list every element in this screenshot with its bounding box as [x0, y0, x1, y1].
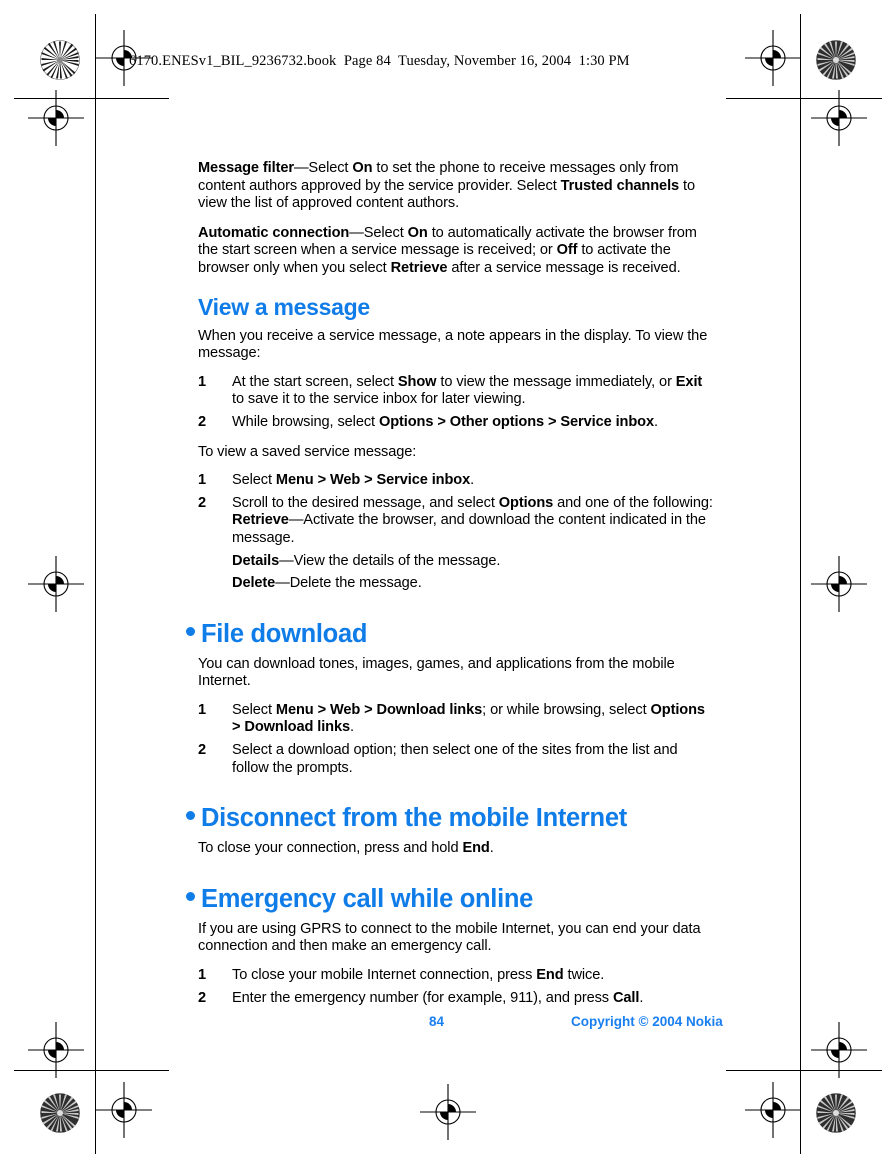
step-item: 1 Select Menu > Web > Download links; or … [198, 701, 705, 736]
step-number: 1 [198, 701, 207, 718]
step-item: 1 Select Menu > Web > Service inbox. [198, 472, 475, 489]
step-number: 1 [198, 472, 207, 489]
step-item: 1 To close your mobile Internet connectio… [198, 967, 605, 984]
registration-mark-right-middle [811, 556, 867, 612]
registration-mark-left-middle [28, 556, 84, 612]
registration-mark-bottom-center [420, 1084, 476, 1140]
registration-mark-bottom-left [96, 1082, 152, 1138]
step-item: 2 While browsing, select Options > Other … [198, 413, 658, 430]
steps-view-message: 1 At the start screen, select Show to vie… [186, 374, 714, 432]
paragraph-emergency-intro: If you are using GPRS to connect to the … [198, 920, 701, 955]
step-number: 1 [198, 373, 207, 390]
step-number: 1 [198, 967, 207, 984]
paragraph-saved-message-intro: To view a saved service message: [198, 443, 417, 460]
registration-mark-top-right [745, 30, 801, 86]
steps-file-download: 1 Select Menu > Web > Download links; or … [186, 702, 714, 777]
paragraph-message-filter: Message filter—Select On to set the phon… [198, 160, 695, 212]
option-retrieve: Retrieve—Activate the browser, and downl… [232, 512, 706, 546]
page-content: Message filter—Select On to set the phon… [186, 160, 714, 1019]
registration-mark-lower-left-corner [28, 1022, 84, 1078]
star-target-top-right [816, 40, 856, 80]
step-item: 2 Scroll to the desired message, and sele… [198, 494, 713, 511]
step-number: 2 [198, 989, 207, 1006]
star-target-top-left [40, 40, 80, 80]
paragraph-disconnect: To close your connection, press and hold… [198, 840, 494, 857]
registration-mark-upper-right-corner [811, 90, 867, 146]
star-target-bottom-right [816, 1093, 856, 1133]
step-number: 2 [198, 494, 207, 511]
steps-saved-message: 1 Select Menu > Web > Service inbox. 2 Scr… [186, 472, 714, 512]
chapter-bullet-icon [186, 626, 195, 636]
paragraph-view-message-intro: When you receive a service message, a no… [198, 327, 708, 362]
step-number: 2 [198, 413, 207, 430]
registration-mark-bottom-right [745, 1082, 801, 1138]
heading-file-download: File download [186, 619, 714, 649]
heading-emergency-call: Emergency call while online [186, 884, 714, 914]
book-slugline: 6170.ENESv1_BIL_9236732.book Page 84 Tue… [129, 53, 630, 69]
steps-emergency-call: 1 To close your mobile Internet connectio… [186, 967, 714, 1007]
heading-view-a-message: View a message [198, 293, 370, 320]
trim-line-right [800, 14, 801, 1154]
footer-page-number: 84 [429, 1014, 445, 1029]
heading-disconnect: Disconnect from the mobile Internet [186, 803, 714, 833]
step-number: 2 [198, 742, 207, 759]
term-message-filter: Message filter [198, 160, 294, 176]
step-item: 1 At the start screen, select Show to vie… [198, 373, 703, 408]
option-delete: Delete—Delete the message. [232, 575, 422, 592]
chapter-bullet-icon [186, 811, 195, 821]
step-item: 2 Enter the emergency number (for example… [198, 989, 644, 1006]
paragraph-file-download-intro: You can download tones, images, games, a… [198, 655, 675, 690]
step-item: 2 Select a download option; then select o… [198, 742, 678, 776]
term-automatic-connection: Automatic connection [198, 224, 350, 241]
registration-mark-lower-right-corner [811, 1022, 867, 1078]
trim-line-left [95, 14, 96, 1154]
printed-page-proof: 6170.ENESv1_BIL_9236732.book Page 84 Tue… [0, 0, 896, 1168]
footer-copyright: Copyright © 2004 Nokia [571, 1014, 723, 1029]
option-details: Details—View the details of the message. [232, 552, 501, 569]
registration-mark-upper-left-corner [28, 90, 84, 146]
star-target-bottom-left [40, 1093, 80, 1133]
paragraph-automatic-connection: Automatic connection—Select On to automa… [198, 224, 697, 276]
chapter-bullet-icon [186, 891, 195, 901]
